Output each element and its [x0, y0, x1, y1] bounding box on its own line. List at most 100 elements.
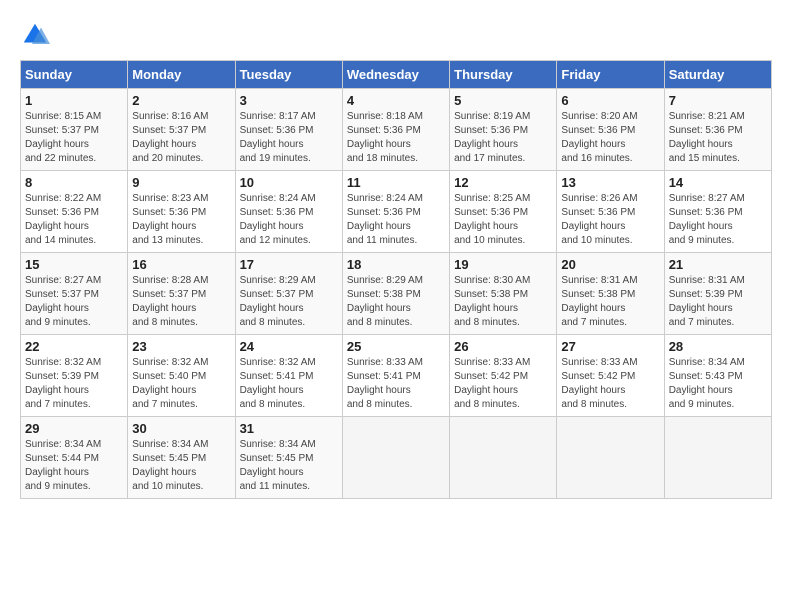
day-number: 29 [25, 421, 123, 436]
day-number: 12 [454, 175, 552, 190]
calendar-cell: 15 Sunrise: 8:27 AM Sunset: 5:37 PM Dayl… [21, 253, 128, 335]
calendar-cell: 24 Sunrise: 8:32 AM Sunset: 5:41 PM Dayl… [235, 335, 342, 417]
cell-info: Sunrise: 8:27 AM Sunset: 5:37 PM Dayligh… [25, 274, 123, 330]
calendar-cell: 6 Sunrise: 8:20 AM Sunset: 5:36 PM Dayli… [557, 89, 664, 171]
day-number: 15 [25, 257, 123, 272]
calendar-cell: 7 Sunrise: 8:21 AM Sunset: 5:36 PM Dayli… [664, 89, 771, 171]
calendar-cell [664, 417, 771, 499]
page-header [20, 20, 772, 50]
logo-icon [20, 20, 50, 50]
calendar-cell: 21 Sunrise: 8:31 AM Sunset: 5:39 PM Dayl… [664, 253, 771, 335]
day-number: 24 [240, 339, 338, 354]
cell-info: Sunrise: 8:26 AM Sunset: 5:36 PM Dayligh… [561, 192, 659, 248]
cell-info: Sunrise: 8:29 AM Sunset: 5:38 PM Dayligh… [347, 274, 445, 330]
cell-info: Sunrise: 8:34 AM Sunset: 5:45 PM Dayligh… [132, 438, 230, 494]
day-number: 11 [347, 175, 445, 190]
cell-info: Sunrise: 8:22 AM Sunset: 5:36 PM Dayligh… [25, 192, 123, 248]
header-row: SundayMondayTuesdayWednesdayThursdayFrid… [21, 61, 772, 89]
day-number: 9 [132, 175, 230, 190]
cell-info: Sunrise: 8:28 AM Sunset: 5:37 PM Dayligh… [132, 274, 230, 330]
calendar-cell: 13 Sunrise: 8:26 AM Sunset: 5:36 PM Dayl… [557, 171, 664, 253]
day-number: 30 [132, 421, 230, 436]
day-number: 13 [561, 175, 659, 190]
calendar-cell: 23 Sunrise: 8:32 AM Sunset: 5:40 PM Dayl… [128, 335, 235, 417]
day-number: 20 [561, 257, 659, 272]
day-number: 31 [240, 421, 338, 436]
cell-info: Sunrise: 8:34 AM Sunset: 5:43 PM Dayligh… [669, 356, 767, 412]
cell-info: Sunrise: 8:17 AM Sunset: 5:36 PM Dayligh… [240, 110, 338, 166]
calendar-cell: 10 Sunrise: 8:24 AM Sunset: 5:36 PM Dayl… [235, 171, 342, 253]
weekday-header: Tuesday [235, 61, 342, 89]
calendar-cell: 2 Sunrise: 8:16 AM Sunset: 5:37 PM Dayli… [128, 89, 235, 171]
calendar-cell: 27 Sunrise: 8:33 AM Sunset: 5:42 PM Dayl… [557, 335, 664, 417]
day-number: 5 [454, 93, 552, 108]
cell-info: Sunrise: 8:21 AM Sunset: 5:36 PM Dayligh… [669, 110, 767, 166]
calendar-cell: 31 Sunrise: 8:34 AM Sunset: 5:45 PM Dayl… [235, 417, 342, 499]
cell-info: Sunrise: 8:32 AM Sunset: 5:40 PM Dayligh… [132, 356, 230, 412]
day-number: 4 [347, 93, 445, 108]
cell-info: Sunrise: 8:16 AM Sunset: 5:37 PM Dayligh… [132, 110, 230, 166]
day-number: 23 [132, 339, 230, 354]
day-number: 14 [669, 175, 767, 190]
calendar-cell: 28 Sunrise: 8:34 AM Sunset: 5:43 PM Dayl… [664, 335, 771, 417]
cell-info: Sunrise: 8:27 AM Sunset: 5:36 PM Dayligh… [669, 192, 767, 248]
day-number: 3 [240, 93, 338, 108]
weekday-header: Sunday [21, 61, 128, 89]
cell-info: Sunrise: 8:32 AM Sunset: 5:39 PM Dayligh… [25, 356, 123, 412]
calendar-cell [342, 417, 449, 499]
calendar-cell: 16 Sunrise: 8:28 AM Sunset: 5:37 PM Dayl… [128, 253, 235, 335]
weekday-header: Monday [128, 61, 235, 89]
day-number: 2 [132, 93, 230, 108]
day-number: 21 [669, 257, 767, 272]
logo [20, 20, 56, 50]
cell-info: Sunrise: 8:34 AM Sunset: 5:44 PM Dayligh… [25, 438, 123, 494]
cell-info: Sunrise: 8:31 AM Sunset: 5:39 PM Dayligh… [669, 274, 767, 330]
calendar-cell: 1 Sunrise: 8:15 AM Sunset: 5:37 PM Dayli… [21, 89, 128, 171]
calendar-cell: 19 Sunrise: 8:30 AM Sunset: 5:38 PM Dayl… [450, 253, 557, 335]
day-number: 27 [561, 339, 659, 354]
calendar-cell: 17 Sunrise: 8:29 AM Sunset: 5:37 PM Dayl… [235, 253, 342, 335]
calendar-week-row: 29 Sunrise: 8:34 AM Sunset: 5:44 PM Dayl… [21, 417, 772, 499]
cell-info: Sunrise: 8:29 AM Sunset: 5:37 PM Dayligh… [240, 274, 338, 330]
day-number: 22 [25, 339, 123, 354]
calendar-week-row: 22 Sunrise: 8:32 AM Sunset: 5:39 PM Dayl… [21, 335, 772, 417]
cell-info: Sunrise: 8:20 AM Sunset: 5:36 PM Dayligh… [561, 110, 659, 166]
calendar-cell: 4 Sunrise: 8:18 AM Sunset: 5:36 PM Dayli… [342, 89, 449, 171]
cell-info: Sunrise: 8:23 AM Sunset: 5:36 PM Dayligh… [132, 192, 230, 248]
day-number: 25 [347, 339, 445, 354]
cell-info: Sunrise: 8:24 AM Sunset: 5:36 PM Dayligh… [347, 192, 445, 248]
cell-info: Sunrise: 8:18 AM Sunset: 5:36 PM Dayligh… [347, 110, 445, 166]
calendar-week-row: 15 Sunrise: 8:27 AM Sunset: 5:37 PM Dayl… [21, 253, 772, 335]
cell-info: Sunrise: 8:33 AM Sunset: 5:42 PM Dayligh… [454, 356, 552, 412]
cell-info: Sunrise: 8:33 AM Sunset: 5:42 PM Dayligh… [561, 356, 659, 412]
cell-info: Sunrise: 8:33 AM Sunset: 5:41 PM Dayligh… [347, 356, 445, 412]
day-number: 17 [240, 257, 338, 272]
cell-info: Sunrise: 8:30 AM Sunset: 5:38 PM Dayligh… [454, 274, 552, 330]
calendar-cell: 29 Sunrise: 8:34 AM Sunset: 5:44 PM Dayl… [21, 417, 128, 499]
day-number: 19 [454, 257, 552, 272]
calendar-cell: 8 Sunrise: 8:22 AM Sunset: 5:36 PM Dayli… [21, 171, 128, 253]
cell-info: Sunrise: 8:24 AM Sunset: 5:36 PM Dayligh… [240, 192, 338, 248]
calendar-table: SundayMondayTuesdayWednesdayThursdayFrid… [20, 60, 772, 499]
calendar-cell: 3 Sunrise: 8:17 AM Sunset: 5:36 PM Dayli… [235, 89, 342, 171]
calendar-cell: 30 Sunrise: 8:34 AM Sunset: 5:45 PM Dayl… [128, 417, 235, 499]
calendar-cell: 26 Sunrise: 8:33 AM Sunset: 5:42 PM Dayl… [450, 335, 557, 417]
day-number: 26 [454, 339, 552, 354]
cell-info: Sunrise: 8:32 AM Sunset: 5:41 PM Dayligh… [240, 356, 338, 412]
weekday-header: Saturday [664, 61, 771, 89]
day-number: 8 [25, 175, 123, 190]
calendar-cell: 9 Sunrise: 8:23 AM Sunset: 5:36 PM Dayli… [128, 171, 235, 253]
calendar-cell: 5 Sunrise: 8:19 AM Sunset: 5:36 PM Dayli… [450, 89, 557, 171]
calendar-week-row: 1 Sunrise: 8:15 AM Sunset: 5:37 PM Dayli… [21, 89, 772, 171]
weekday-header: Friday [557, 61, 664, 89]
cell-info: Sunrise: 8:19 AM Sunset: 5:36 PM Dayligh… [454, 110, 552, 166]
calendar-cell: 18 Sunrise: 8:29 AM Sunset: 5:38 PM Dayl… [342, 253, 449, 335]
cell-info: Sunrise: 8:34 AM Sunset: 5:45 PM Dayligh… [240, 438, 338, 494]
day-number: 18 [347, 257, 445, 272]
day-number: 7 [669, 93, 767, 108]
day-number: 16 [132, 257, 230, 272]
calendar-cell: 20 Sunrise: 8:31 AM Sunset: 5:38 PM Dayl… [557, 253, 664, 335]
calendar-cell [450, 417, 557, 499]
weekday-header: Wednesday [342, 61, 449, 89]
cell-info: Sunrise: 8:25 AM Sunset: 5:36 PM Dayligh… [454, 192, 552, 248]
